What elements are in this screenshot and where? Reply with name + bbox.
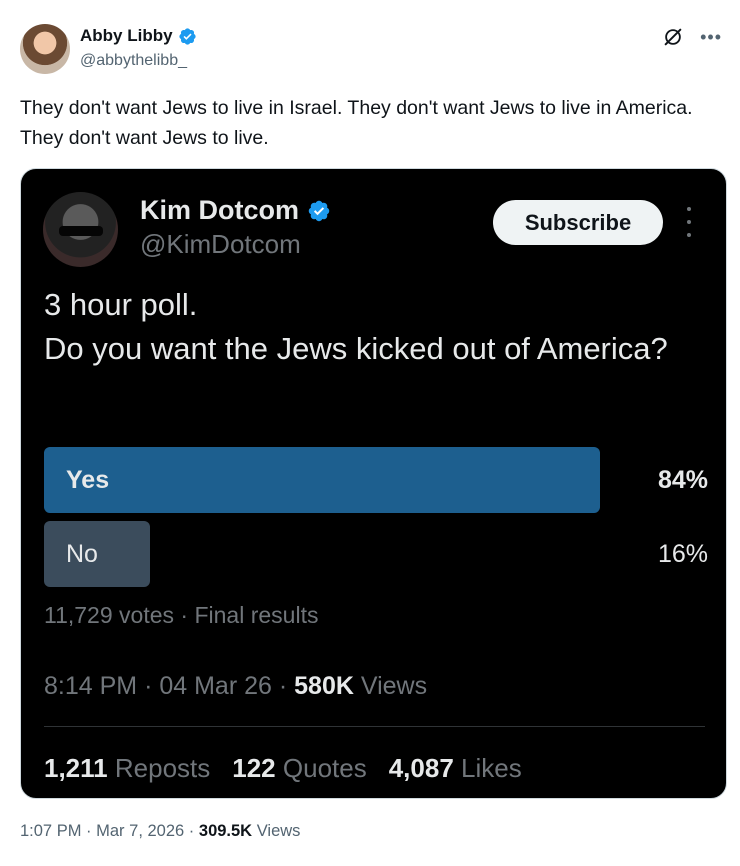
grok-icon[interactable] bbox=[662, 26, 684, 48]
poll-option-label: Yes bbox=[66, 466, 110, 494]
author-name-row[interactable]: Abby Libby bbox=[80, 26, 197, 46]
separator: · bbox=[278, 672, 288, 700]
quoted-avatar[interactable] bbox=[43, 192, 118, 267]
quoted-tweet-card[interactable]: Kim Dotcom @KimDotcom Subscribe 3 hour p… bbox=[20, 168, 727, 799]
poll-option-label: No bbox=[66, 540, 98, 568]
tweet-footer: 1:07 PM · Mar 7, 2026 · 309.5K Views bbox=[20, 822, 300, 841]
quoted-stats: 1,211 Reposts 122 Quotes 4,087 Likes bbox=[44, 753, 522, 784]
tweet-actions-top: ••• bbox=[662, 26, 722, 48]
author-avatar[interactable] bbox=[20, 24, 70, 74]
quoted-date: 04 Mar 26 bbox=[159, 672, 272, 700]
poll-meta: 11,729 votes · Final results bbox=[44, 602, 318, 629]
separator: · bbox=[86, 822, 92, 840]
more-vertical-icon[interactable] bbox=[685, 207, 693, 237]
quoted-handle[interactable]: @KimDotcom bbox=[140, 229, 301, 260]
subscribe-button[interactable]: Subscribe bbox=[493, 200, 663, 245]
quotes-stat[interactable]: 122 Quotes bbox=[232, 753, 366, 784]
verified-badge-icon bbox=[308, 200, 330, 221]
poll-status: Final results bbox=[194, 602, 319, 628]
poll-question: 3 hour poll. Do you want the Jews kicked… bbox=[44, 287, 668, 366]
footer-time[interactable]: 1:07 PM bbox=[20, 822, 81, 840]
quoted-views-count: 580K bbox=[294, 672, 354, 700]
separator: · bbox=[180, 602, 189, 628]
tweet-text: They don't want Jews to live in Israel. … bbox=[20, 97, 693, 149]
quoted-timestamp[interactable]: 8:14 PM · 04 Mar 26 · 580K Views bbox=[44, 672, 427, 701]
poll-option-no: No 16% bbox=[44, 521, 708, 587]
quoted-time: 8:14 PM bbox=[44, 672, 138, 700]
quoted-name[interactable]: Kim Dotcom bbox=[140, 195, 299, 226]
quoted-name-row[interactable]: Kim Dotcom bbox=[140, 195, 331, 226]
footer-date[interactable]: Mar 7, 2026 bbox=[96, 822, 184, 840]
separator: · bbox=[188, 822, 195, 840]
poll-option-percent: 84% bbox=[657, 466, 708, 494]
likes-stat[interactable]: 4,087 Likes bbox=[389, 753, 522, 784]
footer-views-count: 309.5K bbox=[198, 822, 253, 840]
footer-views-label: Views bbox=[256, 822, 301, 840]
author-handle[interactable]: @abbythelibb_ bbox=[80, 52, 187, 70]
separator: · bbox=[144, 672, 153, 700]
more-icon[interactable]: ••• bbox=[700, 28, 722, 46]
author-name[interactable]: Abby Libby bbox=[80, 26, 173, 46]
poll-votes: 11,729 votes bbox=[44, 602, 175, 628]
poll-bar-yes bbox=[44, 447, 600, 513]
poll-option-yes: Yes 84% bbox=[44, 447, 708, 513]
quoted-views-label: Views bbox=[360, 672, 428, 700]
divider bbox=[44, 726, 705, 727]
poll-option-percent: 16% bbox=[657, 540, 708, 568]
verified-badge-icon bbox=[178, 27, 196, 45]
reposts-stat[interactable]: 1,211 Reposts bbox=[44, 753, 210, 784]
